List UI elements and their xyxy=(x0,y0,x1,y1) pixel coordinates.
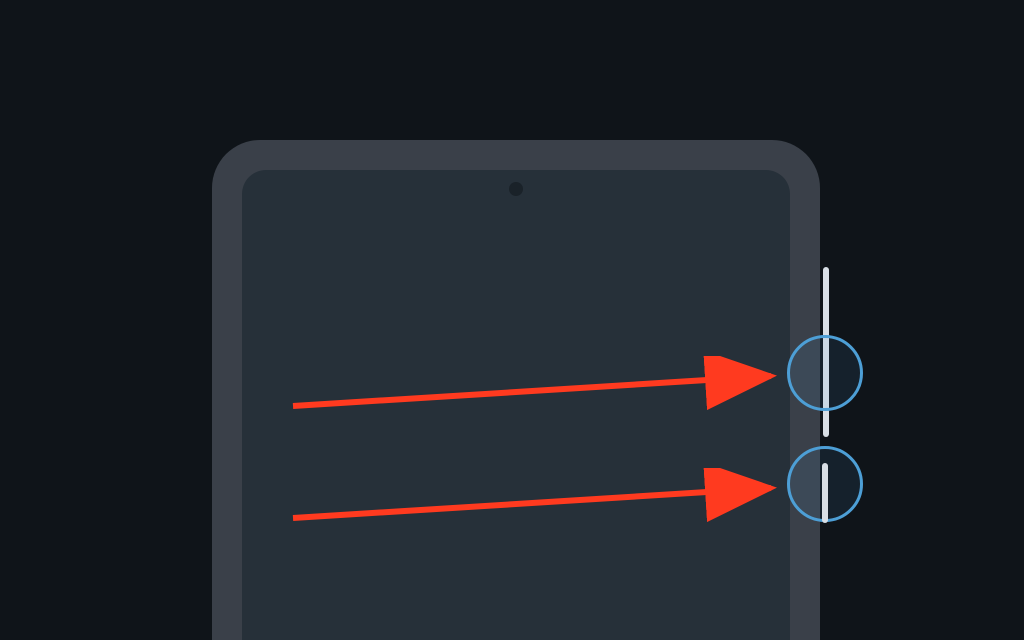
power-button-icon xyxy=(822,463,828,523)
highlight-circle-volume xyxy=(787,335,863,411)
device-screen xyxy=(242,170,790,640)
device-frame xyxy=(212,140,820,640)
camera-notch-icon xyxy=(509,182,523,196)
